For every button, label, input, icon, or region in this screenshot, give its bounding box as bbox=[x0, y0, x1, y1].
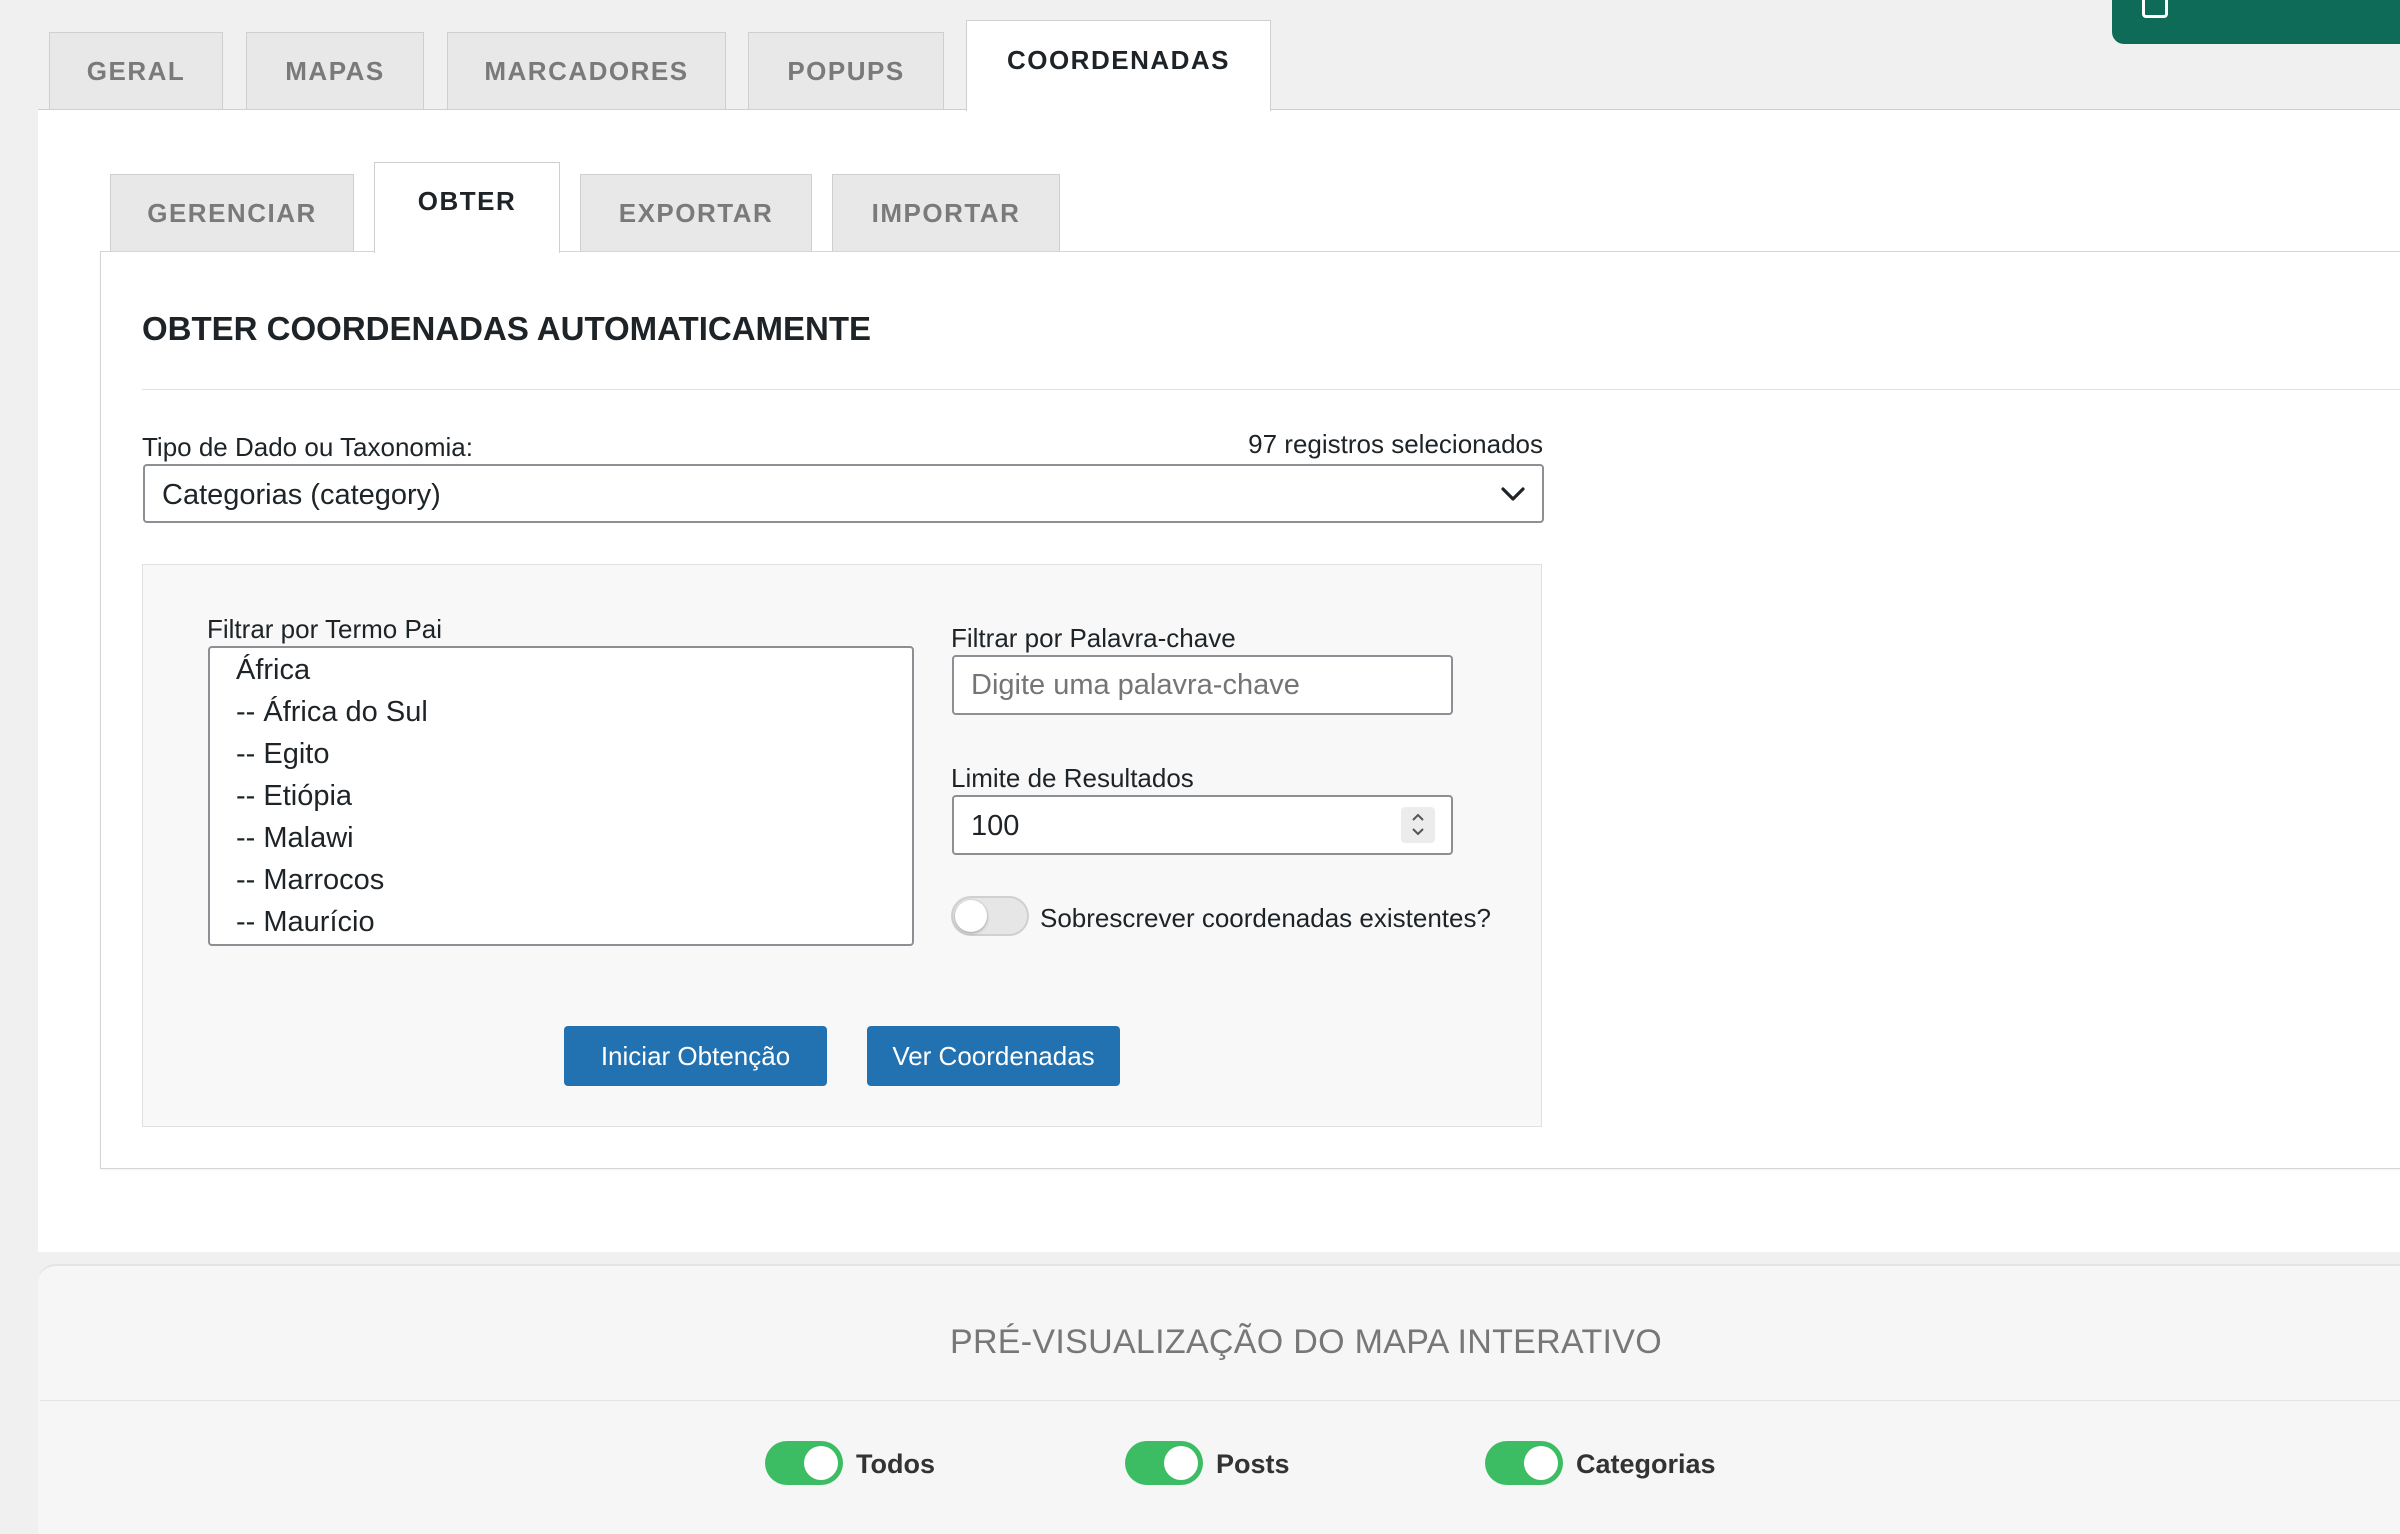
keyword-filter-label: Filtrar por Palavra-chave bbox=[951, 623, 1236, 653]
list-item[interactable]: África bbox=[210, 649, 912, 691]
section-title: OBTER COORDENADAS AUTOMATICAMENTE bbox=[142, 310, 872, 347]
tab-importar[interactable]: IMPORTAR bbox=[832, 174, 1060, 252]
save-icon bbox=[2142, 0, 2168, 18]
tab-geral[interactable]: GERAL bbox=[49, 32, 223, 110]
legend-label-posts: Posts bbox=[1216, 1449, 1290, 1479]
preview-panel bbox=[38, 1264, 2400, 1534]
legend-toggle-posts[interactable] bbox=[1125, 1441, 1203, 1485]
preview-header-divider bbox=[40, 1400, 2400, 1401]
limit-value: 100 bbox=[971, 810, 1020, 842]
toggle-knob bbox=[804, 1446, 838, 1480]
toggle-knob bbox=[1524, 1446, 1558, 1480]
overwrite-label: Sobrescrever coordenadas existentes? bbox=[1040, 903, 1491, 933]
limit-input[interactable]: 100 bbox=[952, 795, 1453, 855]
legend-toggle-categorias[interactable] bbox=[1485, 1441, 1563, 1485]
list-item[interactable]: -- África do Sul bbox=[210, 691, 912, 733]
list-item[interactable]: -- Egito bbox=[210, 733, 912, 775]
number-stepper[interactable] bbox=[1401, 807, 1435, 843]
limit-label: Limite de Resultados bbox=[951, 763, 1194, 793]
toggle-knob bbox=[955, 900, 987, 932]
toggle-knob bbox=[1164, 1446, 1198, 1480]
tab-mapas[interactable]: MAPAS bbox=[246, 32, 424, 110]
parent-filter-label: Filtrar por Termo Pai bbox=[207, 614, 443, 644]
tab-marcadores[interactable]: MARCADORES bbox=[447, 32, 726, 110]
save-button[interactable] bbox=[2112, 0, 2400, 44]
selected-count: 97 registros selecionados bbox=[1248, 429, 1543, 459]
list-item[interactable]: -- Marrocos bbox=[210, 859, 912, 901]
section-divider bbox=[142, 389, 2400, 390]
list-item[interactable]: -- Etiópia bbox=[210, 775, 912, 817]
type-select-value: Categorias (category) bbox=[162, 479, 441, 511]
list-item[interactable]: -- Malawi bbox=[210, 817, 912, 859]
type-select[interactable]: Categorias (category) bbox=[143, 464, 1544, 523]
chevron-down-icon[interactable] bbox=[1411, 827, 1425, 837]
tab-gerenciar[interactable]: GERENCIAR bbox=[110, 174, 354, 252]
legend-label-todos: Todos bbox=[856, 1449, 935, 1479]
tab-coordenadas[interactable]: COORDENADAS bbox=[966, 20, 1271, 111]
parent-term-listbox[interactable]: África -- África do Sul -- Egito -- Etió… bbox=[208, 646, 914, 946]
view-coordinates-button[interactable]: Ver Coordenadas bbox=[867, 1026, 1120, 1086]
preview-title: PRÉ-VISUALIZAÇÃO DO MAPA INTERATIVO bbox=[949, 1323, 1663, 1361]
start-fetch-button[interactable]: Iniciar Obtenção bbox=[564, 1026, 827, 1086]
type-field-label: Tipo de Dado ou Taxonomia: bbox=[142, 432, 473, 462]
keyword-input[interactable] bbox=[952, 655, 1453, 715]
legend-label-categorias: Categorias bbox=[1576, 1449, 1716, 1479]
tab-exportar[interactable]: EXPORTAR bbox=[580, 174, 812, 252]
overwrite-toggle[interactable] bbox=[951, 896, 1029, 936]
tab-obter[interactable]: OBTER bbox=[374, 162, 560, 253]
list-item[interactable]: -- Maurício bbox=[210, 901, 912, 943]
tab-popups[interactable]: POPUPS bbox=[748, 32, 944, 110]
legend-toggle-todos[interactable] bbox=[765, 1441, 843, 1485]
chevron-up-icon[interactable] bbox=[1411, 812, 1425, 822]
chevron-down-icon bbox=[1501, 487, 1525, 501]
